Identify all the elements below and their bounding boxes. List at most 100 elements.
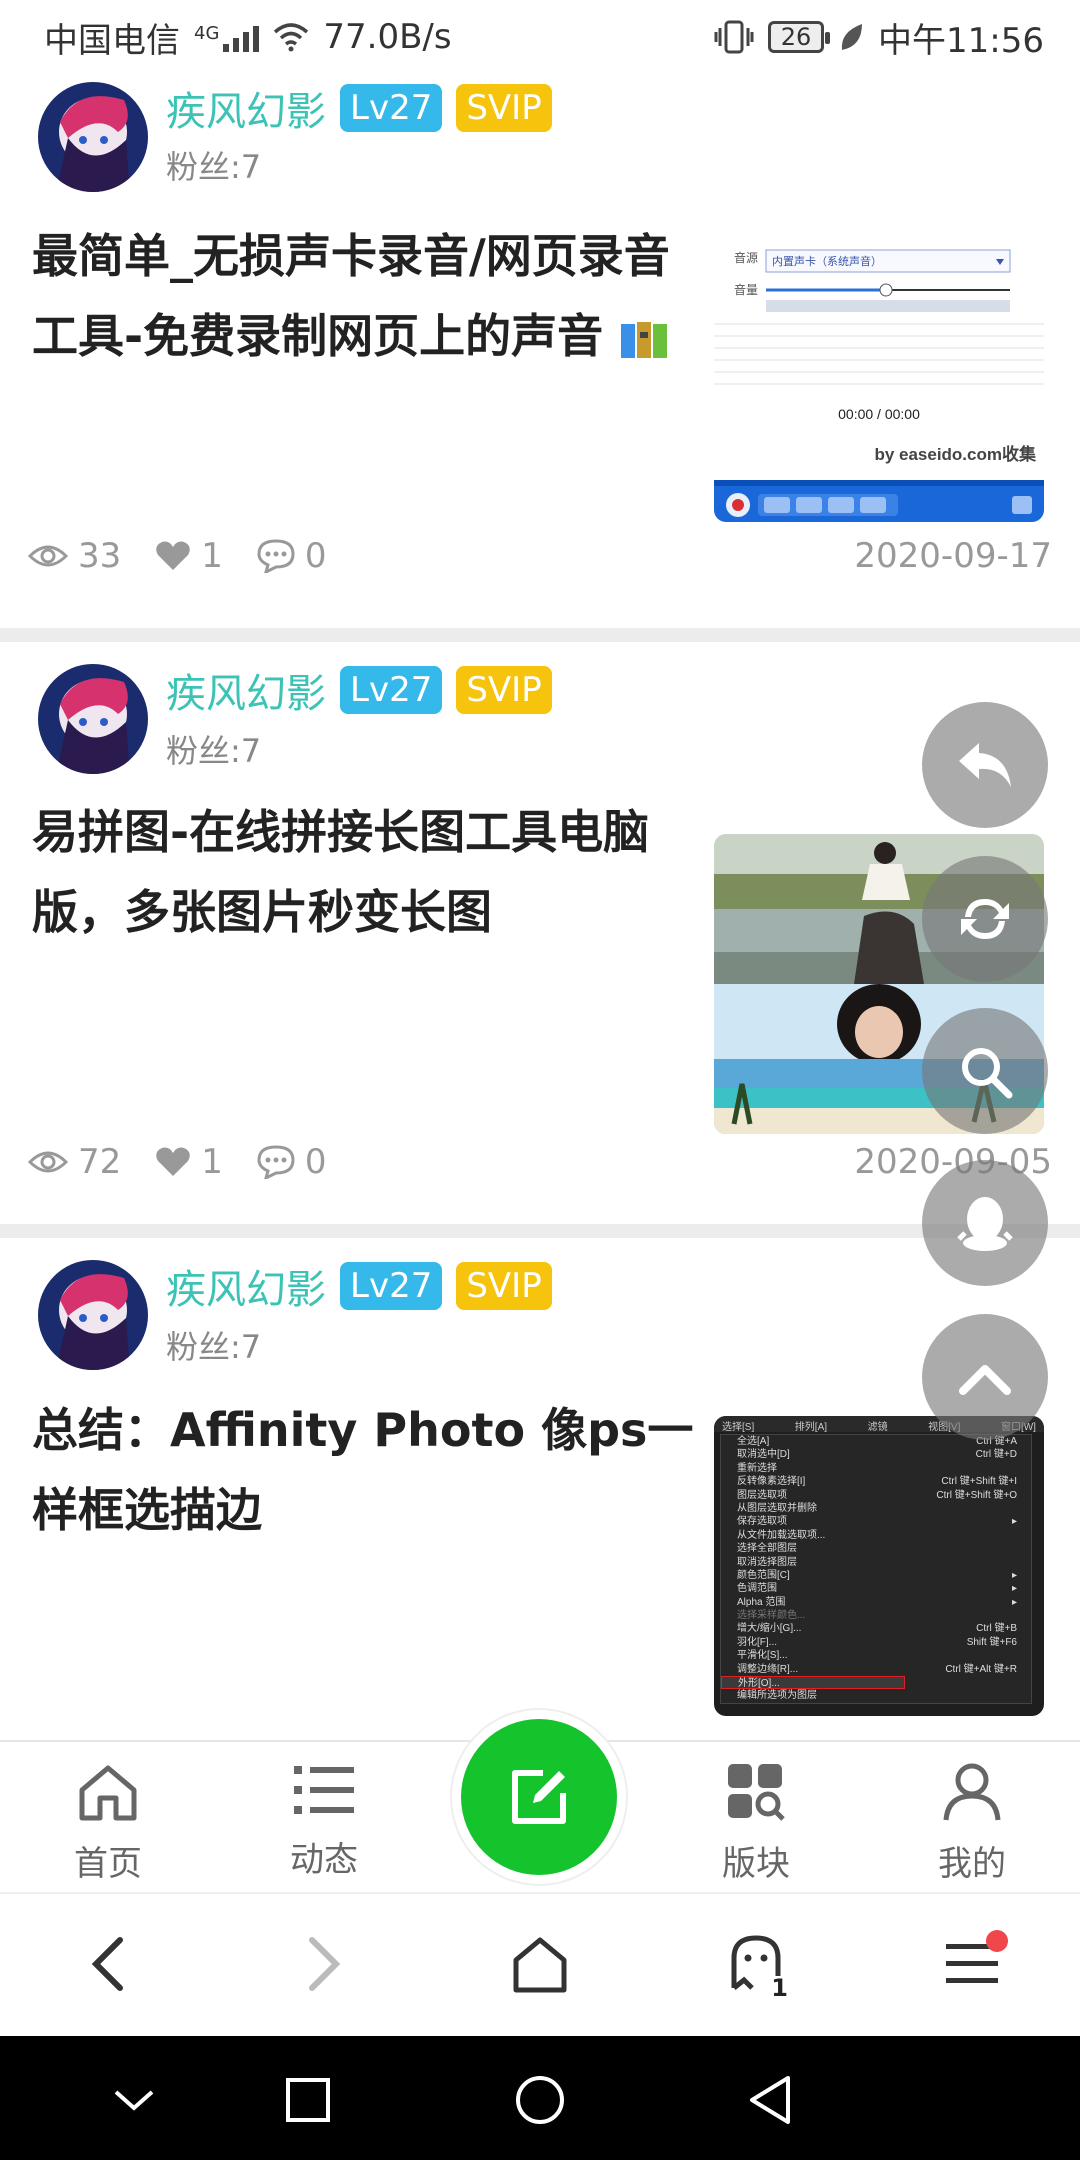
menu-item: 反转像素选择[I] Ctrl 键+Shift 键+I bbox=[721, 1475, 1031, 1488]
nav-boards[interactable]: 版块 bbox=[686, 1762, 826, 1885]
hide-nav-button[interactable] bbox=[102, 2068, 166, 2132]
edit-icon bbox=[512, 1770, 566, 1824]
post-title[interactable]: 总结：Affinity Photo 像ps一样框选描边 bbox=[32, 1390, 702, 1550]
menu-item: 取消选中[D] Ctrl 键+D bbox=[721, 1448, 1031, 1461]
zip-archive-icon bbox=[621, 321, 668, 358]
thumb-time-display: 00:00 / 00:00 bbox=[838, 406, 920, 422]
menu-item-label: 从文件加载选取项... bbox=[737, 1529, 826, 1541]
thumb-credit: by easeido.com收集 bbox=[874, 444, 1037, 464]
status-bar: 中国电信 4G 77.0B/s 26 中午11:56 bbox=[0, 0, 1080, 74]
avatar[interactable] bbox=[38, 82, 148, 192]
svip-badge: SVIP bbox=[456, 1262, 552, 1310]
post-thumbnail[interactable]: 选择[S]排列[A]滤镜视图[V]窗口[W] 全选[A]Ctrl 键+A取消选中… bbox=[714, 1416, 1044, 1716]
menu-item: 选择全部图层 bbox=[721, 1542, 1031, 1555]
menu-item-label: 反转像素选择[I] bbox=[737, 1476, 806, 1488]
menu-item: 羽化[F]... Shift 键+F6 bbox=[721, 1636, 1031, 1649]
recents-button[interactable] bbox=[276, 2068, 340, 2132]
qq-button[interactable] bbox=[922, 1160, 1048, 1286]
menu-item: 从文件加载选取项... bbox=[721, 1529, 1031, 1542]
browser-menu-button[interactable] bbox=[932, 1924, 1012, 2004]
browser-home-button[interactable] bbox=[500, 1924, 580, 2004]
menu-item-label: 色调范围 bbox=[737, 1583, 777, 1595]
menu-item: 保存选取项 ▸ bbox=[721, 1515, 1031, 1528]
author-name[interactable]: 疾风幻影 bbox=[166, 1257, 326, 1315]
comment-icon bbox=[257, 1145, 295, 1179]
tab-count: 1 bbox=[771, 1974, 788, 2002]
menu-item-shortcut: ▸ bbox=[1011, 1583, 1017, 1595]
likes-stat[interactable]: 1 bbox=[155, 536, 223, 576]
menu-item: 重新选择 bbox=[721, 1462, 1031, 1475]
scroll-top-icon bbox=[959, 1365, 1011, 1395]
post-card[interactable]: 疾风幻影 Lv27 SVIP 粉丝:7 易拼图-在线拼接长图工具电脑版，多张图片… bbox=[0, 628, 1080, 1224]
author-name[interactable]: 疾风幻影 bbox=[166, 661, 326, 719]
post-title[interactable]: 易拼图-在线拼接长图工具电脑版，多张图片秒变长图 bbox=[32, 792, 702, 952]
comments-stat[interactable]: 0 bbox=[257, 1142, 327, 1182]
fans-count: 粉丝:7 bbox=[166, 1328, 262, 1366]
level-badge: Lv27 bbox=[340, 84, 443, 132]
triangle-back-icon bbox=[750, 2076, 790, 2124]
post-title[interactable]: 最简单_无损声卡录音/网页录音工具-免费录制网页上的声音 bbox=[32, 216, 702, 376]
chevron-left-icon bbox=[91, 1937, 123, 1991]
menu-item-shortcut: Ctrl 键+Alt 键+R bbox=[945, 1663, 1017, 1675]
menu-item-label: 全选[A] bbox=[737, 1436, 770, 1447]
eye-icon bbox=[28, 1151, 68, 1173]
menu-item: 调整边缘[R]... Ctrl 键+Alt 键+R bbox=[721, 1663, 1031, 1676]
avatar[interactable] bbox=[38, 1260, 148, 1370]
comments-stat[interactable]: 0 bbox=[257, 536, 327, 576]
menu-item: 色调范围 ▸ bbox=[721, 1582, 1031, 1595]
scroll-top-button[interactable] bbox=[922, 1314, 1048, 1440]
menubar-item: 滤镜 bbox=[867, 1422, 888, 1433]
refresh-icon bbox=[961, 899, 1009, 939]
thumb-volume-label: 音量 bbox=[734, 282, 758, 297]
nav-activity[interactable]: 动态 bbox=[254, 1762, 394, 1881]
likes-count: 1 bbox=[201, 536, 223, 576]
house-icon bbox=[513, 1937, 567, 1993]
views-stat: 72 bbox=[28, 1142, 121, 1182]
circle-icon bbox=[516, 2076, 564, 2124]
author-info: 疾风幻影 Lv27 SVIP bbox=[166, 79, 552, 137]
menu-item: 外形[O]... bbox=[721, 1676, 905, 1690]
menu-item-shortcut: ▸ bbox=[1011, 1596, 1017, 1608]
comments-count: 0 bbox=[304, 536, 327, 576]
reply-button[interactable] bbox=[922, 702, 1048, 828]
search-button[interactable] bbox=[922, 1008, 1048, 1134]
nav-activity-label: 动态 bbox=[290, 1840, 358, 1880]
compose-button[interactable] bbox=[461, 1719, 617, 1875]
clock: 中午11:56 bbox=[878, 20, 1044, 61]
system-back-button[interactable] bbox=[738, 2068, 802, 2132]
menu-item-shortcut: ▸ bbox=[1011, 1569, 1017, 1581]
back-button[interactable] bbox=[68, 1924, 148, 2004]
user-icon bbox=[943, 1763, 1001, 1821]
menu-item-label: 选择全部图层 bbox=[737, 1543, 797, 1555]
post-meta: 72 1 0 2020-09-05 bbox=[28, 1142, 1052, 1182]
menubar-item: 选择[S] bbox=[722, 1422, 755, 1433]
menu-item-label: 取消选择图层 bbox=[737, 1556, 797, 1568]
refresh-button[interactable] bbox=[922, 856, 1048, 982]
post-thumbnail[interactable]: 音源 内置声卡（系统声音） 音量 00:00 / 00:00 by easeid… bbox=[714, 232, 1044, 522]
menu-item-shortcut: ▸ bbox=[1011, 1516, 1017, 1528]
nav-home[interactable]: 首页 bbox=[38, 1762, 178, 1885]
grid-search-icon bbox=[728, 1764, 785, 1821]
menu-item: Alpha 范围 ▸ bbox=[721, 1596, 1031, 1609]
post-card[interactable]: 疾风幻影 Lv27 SVIP 粉丝:7 最简单_无损声卡录音/网页录音工具-免费… bbox=[0, 74, 1080, 628]
vibrate-icon bbox=[714, 20, 754, 54]
system-home-button[interactable] bbox=[508, 2068, 572, 2132]
nav-home-label: 首页 bbox=[74, 1844, 142, 1884]
post-title-text: 总结：Affinity Photo 像ps一样框选描边 bbox=[32, 1403, 694, 1537]
likes-stat[interactable]: 1 bbox=[155, 1142, 223, 1182]
menu-screenshot: 选择[S]排列[A]滤镜视图[V]窗口[W] 全选[A]Ctrl 键+A取消选中… bbox=[714, 1416, 1044, 1716]
menu-item-shortcut: Shift 键+F6 bbox=[966, 1636, 1017, 1648]
eye-icon bbox=[28, 545, 68, 567]
avatar[interactable] bbox=[38, 664, 148, 774]
nav-me[interactable]: 我的 bbox=[902, 1762, 1042, 1885]
menu-item: 编辑所选项为图层 bbox=[721, 1689, 1031, 1702]
author-name[interactable]: 疾风幻影 bbox=[166, 79, 326, 137]
menu-item: 平滑化[S]... bbox=[721, 1649, 1031, 1662]
list-icon bbox=[294, 1766, 354, 1814]
tabs-button[interactable]: 1 bbox=[716, 1924, 796, 2004]
post-date: 2020-09-17 bbox=[854, 536, 1052, 576]
forward-button[interactable] bbox=[284, 1924, 364, 2004]
heart-icon bbox=[156, 1147, 191, 1176]
menu-item-label: 图层选取项 bbox=[737, 1489, 787, 1501]
menu-item-label: 调整边缘[R]... bbox=[737, 1663, 799, 1675]
